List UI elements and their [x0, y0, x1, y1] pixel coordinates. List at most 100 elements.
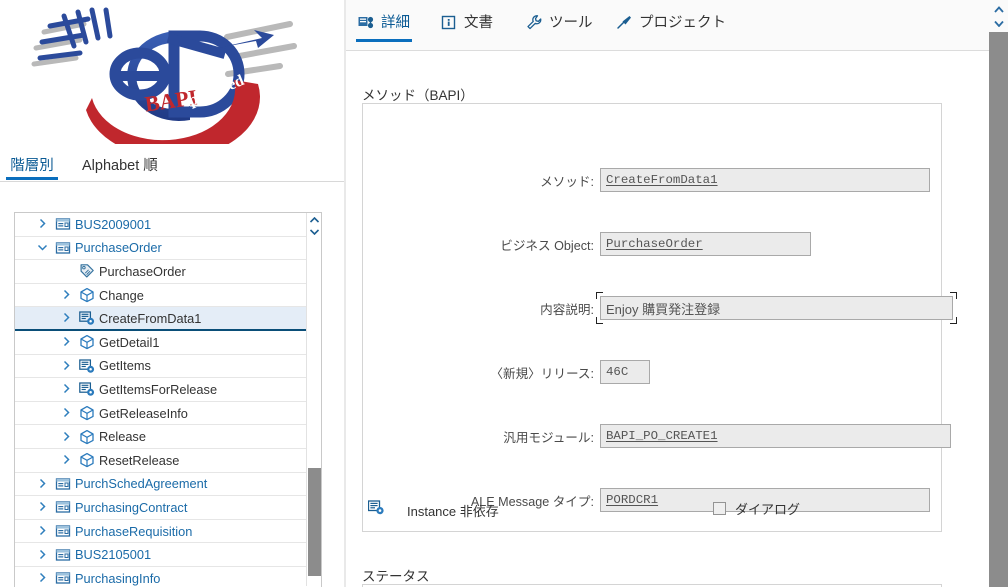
tab-project[interactable]: プロジェクト: [616, 13, 726, 50]
field-row: 〈新規〉リリース: 46C: [362, 360, 982, 384]
tree-item-getitemsforrelease[interactable]: GetItemsForRelease: [15, 378, 307, 402]
business-object-icon: [55, 499, 71, 515]
tree-item-change[interactable]: Change: [15, 284, 307, 308]
chevron-right-icon[interactable]: [61, 431, 73, 443]
chevron-right-icon[interactable]: [37, 525, 49, 537]
tab-tools-label: ツール: [549, 15, 593, 31]
tree-item-purchasingcontract[interactable]: PurchasingContract: [15, 496, 307, 520]
tree-item-label: GetReleaseInfo: [99, 405, 188, 421]
field-value: BAPI_PO_CREATE1: [606, 429, 718, 443]
tree-item-label: PurchSchedAgreement: [75, 476, 208, 492]
tree-item-label: PurchaseRequisition: [75, 523, 193, 539]
chevron-right-icon[interactable]: [37, 549, 49, 561]
tab-details-label: 詳細: [381, 15, 410, 31]
chevron-right-icon[interactable]: [61, 383, 73, 395]
tab-details[interactable]: 詳細: [356, 13, 412, 50]
business-object-icon: [55, 523, 71, 539]
field-value: 46C: [606, 365, 629, 379]
tab-hierarchy-label: 階層別: [10, 157, 54, 174]
tree-item-purchaserequisition[interactable]: PurchaseRequisition: [15, 520, 307, 544]
tab-alphabetical[interactable]: Alphabet 順: [82, 146, 158, 182]
chevron-right-icon[interactable]: [37, 572, 49, 584]
field-value: PurchaseOrder: [606, 237, 703, 251]
tree-item-label: Change: [99, 287, 144, 303]
field-input[interactable]: PurchaseOrder: [600, 232, 811, 256]
business-object-icon: [55, 570, 71, 586]
tree-item-label: GetDetail1: [99, 334, 160, 350]
tab-document[interactable]: 文書: [441, 13, 493, 50]
chevron-right-icon[interactable]: [61, 336, 73, 348]
tab-tools[interactable]: ツール: [526, 13, 593, 50]
tree-item-purchaseorder[interactable]: PurchaseOrder: [15, 237, 307, 261]
field-row: メソッド: CreateFromData1: [362, 168, 982, 192]
chevron-right-icon[interactable]: [37, 501, 49, 513]
method-group-title: メソッド（BAPI）: [362, 88, 474, 103]
focus-indicator: [596, 292, 957, 324]
chevron-right-icon[interactable]: [61, 407, 73, 419]
detail-panel: 詳細 文書 ツール プロジェクト メソッド（BAPI） メソッド: Create…: [346, 0, 989, 587]
detail-tab-bar: 詳細 文書 ツール プロジェクト: [346, 0, 989, 50]
bapi-explorer-window: BAPI powered 階層別 Alphabet 順 BUS2009001 P…: [0, 0, 1008, 587]
tree-scrollbar-thumb[interactable]: [308, 468, 321, 576]
tree-scroll-up-icon[interactable]: [307, 214, 321, 226]
dialog-checkbox-row[interactable]: ダイアログ: [713, 499, 800, 518]
chevron-right-icon[interactable]: [61, 289, 73, 301]
field-input[interactable]: BAPI_PO_CREATE1: [600, 424, 951, 448]
tree-item-resetrelease[interactable]: ResetRelease: [15, 449, 307, 473]
chevron-right-icon[interactable]: [61, 360, 73, 372]
wrench-icon: [526, 14, 543, 31]
tree-item-purchschedagreement[interactable]: PurchSchedAgreement: [15, 473, 307, 497]
field-label: 汎用モジュール:: [503, 430, 594, 445]
field-input[interactable]: 46C: [600, 360, 650, 384]
chevron-right-icon[interactable]: [37, 478, 49, 490]
chevron-down-icon[interactable]: [37, 242, 49, 254]
details-icon: [358, 14, 375, 31]
tree-item-getdetail1[interactable]: GetDetail1: [15, 331, 307, 355]
field-row: ビジネス Object: PurchaseOrder: [362, 232, 982, 256]
field-label: メソッド:: [540, 174, 594, 189]
tab-hierarchy[interactable]: 階層別: [6, 146, 58, 182]
scroll-down-icon[interactable]: [989, 16, 1008, 30]
tree-item-label: CreateFromData1: [99, 310, 202, 326]
tab-project-label: プロジェクト: [639, 15, 726, 31]
field-value: PORDCR1: [606, 493, 659, 507]
cube-icon: [79, 287, 95, 303]
cube-icon: [79, 405, 95, 421]
scroll-up-icon[interactable]: [989, 2, 1008, 16]
field-label: 〈新規〉リリース:: [490, 366, 594, 381]
detail-content: メソッド（BAPI） メソッド: CreateFromData1 ビジネス Obje…: [346, 51, 989, 587]
dialog-checkbox[interactable]: [713, 502, 726, 515]
window-scrollbar-buttons: [989, 0, 1008, 32]
bapi-tree-list: BUS2009001 PurchaseOrder PurchaseOrder C…: [15, 213, 307, 587]
instance-independent-label: Instance 非依存: [407, 503, 499, 519]
pin-icon: [616, 14, 633, 31]
chevron-right-icon[interactable]: [61, 454, 73, 466]
field-value: CreateFromData1: [606, 173, 718, 187]
bapi-logo-graphic: BAPI powered: [31, 7, 297, 144]
tree-item-createfromdata1[interactable]: CreateFromData1: [15, 307, 307, 331]
bapi-tree[interactable]: BUS2009001 PurchaseOrder PurchaseOrder C…: [14, 212, 322, 587]
tree-scrollbar[interactable]: [306, 213, 321, 586]
tree-item-bus2105001[interactable]: BUS2105001: [15, 543, 307, 567]
tree-item-label: Release: [99, 429, 146, 445]
business-object-icon: [55, 216, 71, 232]
tree-item-purchasinginfo[interactable]: PurchasingInfo: [15, 567, 307, 587]
chevron-right-icon[interactable]: [37, 218, 49, 230]
field-input[interactable]: CreateFromData1: [600, 168, 930, 192]
tree-item-label: GetItemsForRelease: [99, 381, 218, 397]
tree-item-getreleaseinfo[interactable]: GetReleaseInfo: [15, 402, 307, 426]
tree-item-getitems[interactable]: GetItems: [15, 355, 307, 379]
tree-item-label: GetItems: [99, 358, 151, 374]
bapi-method-icon: [367, 499, 385, 521]
tree-item-label: BUS2105001: [75, 547, 152, 563]
window-scrollbar[interactable]: [989, 0, 1008, 587]
cube-icon: [79, 429, 95, 445]
tree-item-label: PurchasingContract: [75, 499, 188, 515]
tree-item-release[interactable]: Release: [15, 425, 307, 449]
chevron-right-icon[interactable]: [61, 312, 73, 324]
tree-scroll-down-icon[interactable]: [307, 226, 321, 238]
tree-item-purchaseorder[interactable]: PurchaseOrder: [15, 260, 307, 284]
tree-item-label: ResetRelease: [99, 452, 180, 468]
bapi-method-icon: [79, 358, 95, 374]
tree-item-bus2009001[interactable]: BUS2009001: [15, 213, 307, 237]
